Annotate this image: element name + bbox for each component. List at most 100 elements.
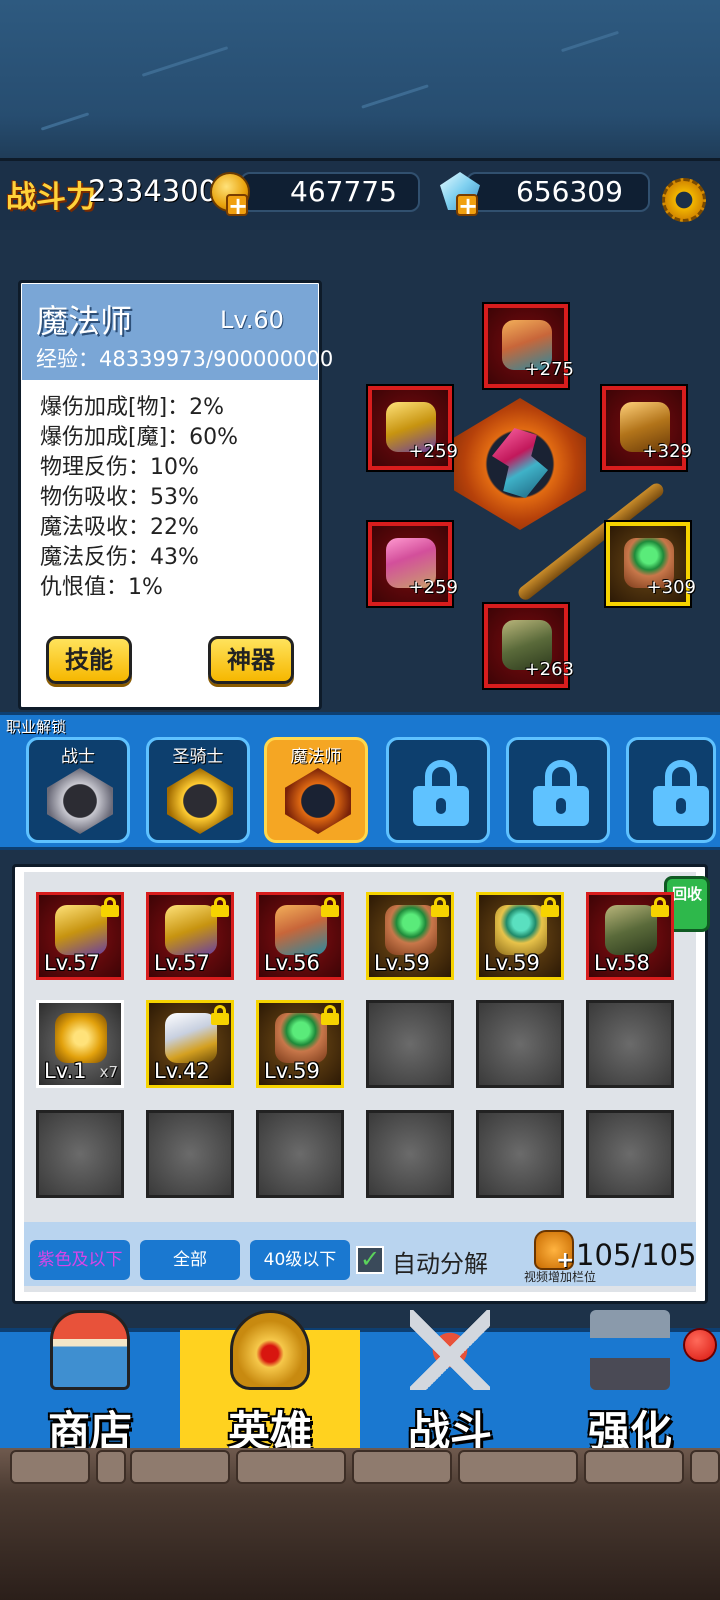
top-backdrop <box>0 0 720 165</box>
artifact-button[interactable]: 神器 <box>208 636 294 684</box>
tab-battle[interactable]: 战斗 <box>360 1310 540 1456</box>
stone <box>96 1450 126 1484</box>
equip-slot-bracer[interactable]: +259 <box>368 522 458 606</box>
skill-button[interactable]: 技能 <box>46 636 132 684</box>
tab-hero[interactable]: 英雄 <box>180 1310 360 1456</box>
gold-orb-icon <box>55 1013 107 1063</box>
class-mage[interactable]: 魔法师 <box>264 737 368 843</box>
empty-slot[interactable] <box>586 1000 674 1088</box>
class-paladin[interactable]: 圣骑士 <box>146 737 250 843</box>
lock-icon <box>653 760 709 826</box>
gold-armor-icon <box>55 905 107 955</box>
empty-slot[interactable] <box>366 1000 454 1088</box>
filter-purple-below[interactable]: 紫色及以下 <box>30 1240 130 1280</box>
lock-icon <box>101 897 119 917</box>
auto-decompose-label: 自动分解 <box>392 1250 488 1278</box>
filter-below-40[interactable]: 40级以下 <box>250 1240 350 1280</box>
equip-slot-ring[interactable]: +309 <box>606 522 696 606</box>
equip-bonus: +259 <box>408 577 458 598</box>
auto-decompose-checkbox[interactable]: ✓ <box>356 1246 384 1274</box>
inventory-item[interactable]: Lv.59 <box>366 892 454 980</box>
hero-exp: 经验：48339973/900000000 <box>36 347 334 371</box>
inventory-item[interactable]: Lv.58 <box>586 892 674 980</box>
inventory-item[interactable]: Lv.59 <box>476 892 564 980</box>
item-level: Lv.58 <box>594 951 650 975</box>
inventory-item[interactable]: Lv.42 <box>146 1000 234 1088</box>
equip-bonus: +309 <box>646 577 696 598</box>
add-gold-button[interactable]: + <box>226 194 248 218</box>
class-warrior[interactable]: 战士 <box>26 737 130 843</box>
item-level: Lv.59 <box>264 1059 320 1083</box>
stone <box>10 1450 90 1484</box>
power-label: 战斗力 <box>6 180 96 215</box>
gold-counter: 467775 <box>240 172 420 212</box>
item-level: Lv.59 <box>484 951 540 975</box>
lock-icon <box>431 897 449 917</box>
class-locked[interactable] <box>386 737 490 843</box>
stat-list: 爆伤加成[物]：2% 爆伤加成[魔]：60% 物理反伤：10% 物伤吸收：53%… <box>40 393 320 603</box>
emerald-ring-icon <box>275 1013 327 1063</box>
exp-value: 48339973/900000000 <box>99 347 334 371</box>
stat-line: 仇恨值：1% <box>40 575 163 600</box>
horned-helmet-icon <box>275 905 327 955</box>
equip-slot-boots[interactable]: +263 <box>484 604 574 688</box>
gold-armor-icon <box>165 905 217 955</box>
stat-line: 物伤吸收：53% <box>40 485 199 510</box>
stone <box>458 1450 578 1484</box>
stat-line: 魔法反伤：43% <box>40 545 199 570</box>
item-count: x7 <box>99 1063 118 1081</box>
inventory-item[interactable]: Lv.57 <box>146 892 234 980</box>
stone <box>690 1450 720 1484</box>
inventory-item[interactable]: Lv.59 <box>256 1000 344 1088</box>
stat-line: 物理反伤：10% <box>40 455 199 480</box>
class-locked[interactable] <box>506 737 610 843</box>
winged-helmet-icon <box>165 1013 217 1063</box>
class-name: 魔法师 <box>290 747 342 767</box>
item-level: Lv.57 <box>44 951 100 975</box>
tab-shop[interactable]: 商店 <box>0 1310 180 1456</box>
lock-icon <box>651 897 669 917</box>
video-add-slots-label: 视频增加栏位 <box>524 1270 597 1284</box>
equip-slot-helmet[interactable]: +275 <box>484 304 574 388</box>
equip-slot-weapon[interactable]: +329 <box>602 386 692 470</box>
stone <box>352 1450 452 1484</box>
empty-slot[interactable] <box>476 1110 564 1198</box>
diamond-value: 656309 <box>516 175 623 208</box>
inventory-item[interactable]: Lv.1 x7 <box>36 1000 124 1088</box>
lock-icon <box>211 1005 229 1025</box>
class-locked[interactable] <box>626 737 716 843</box>
empty-slot[interactable] <box>256 1110 344 1198</box>
item-level: Lv.1 <box>44 1059 87 1083</box>
inventory-item[interactable]: Lv.57 <box>36 892 124 980</box>
empty-slot[interactable] <box>586 1110 674 1198</box>
lock-icon <box>321 897 339 917</box>
gear-icon[interactable] <box>662 178 706 222</box>
empty-slot[interactable] <box>366 1110 454 1198</box>
stone <box>236 1450 346 1484</box>
gold-value: 467775 <box>290 175 397 208</box>
stone <box>584 1450 684 1484</box>
empty-slot[interactable] <box>146 1110 234 1198</box>
filter-all[interactable]: 全部 <box>140 1240 240 1280</box>
equip-bonus: +275 <box>524 359 574 380</box>
stat-line: 爆伤加成[魔]：60% <box>40 425 239 450</box>
gold-ring-icon <box>495 905 547 955</box>
shop-icon <box>50 1310 130 1390</box>
stone <box>130 1450 230 1484</box>
diamond-counter: 656309 <box>466 172 650 212</box>
class-name: 战士 <box>61 747 95 767</box>
add-diamond-button[interactable]: + <box>456 194 478 218</box>
stat-line: 魔法吸收：22% <box>40 515 199 540</box>
lock-icon <box>533 760 589 826</box>
mage-emblem-icon <box>285 768 351 834</box>
equip-bonus: +329 <box>642 441 692 462</box>
equip-slot-armor[interactable]: +259 <box>368 386 458 470</box>
item-level: Lv.59 <box>374 951 430 975</box>
item-level: Lv.57 <box>154 951 210 975</box>
hero-name: 魔法师 <box>36 302 133 340</box>
inventory-item[interactable]: Lv.56 <box>256 892 344 980</box>
power-value: 2334300 <box>88 174 218 208</box>
empty-slot[interactable] <box>476 1000 564 1088</box>
empty-slot[interactable] <box>36 1110 124 1198</box>
inventory-capacity: 105/105 <box>576 1238 697 1272</box>
